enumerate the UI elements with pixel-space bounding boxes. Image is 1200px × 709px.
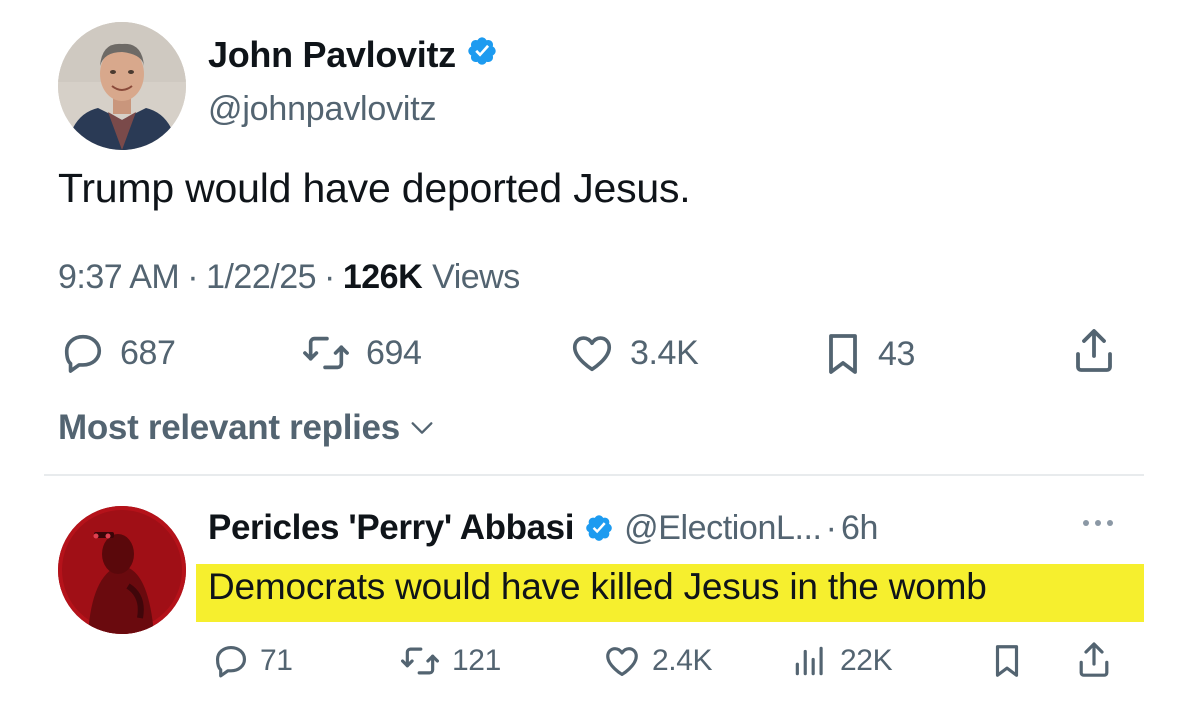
reply-author-avatar[interactable] — [58, 506, 186, 634]
replies-sort-label: Most relevant replies — [58, 408, 400, 447]
more-options-button[interactable] — [1076, 508, 1120, 543]
reply-repost-button[interactable]: 121 — [398, 642, 501, 680]
reply-header: Pericles 'Perry' Abbasi @ElectionL... · … — [208, 508, 878, 548]
reply-views-button[interactable]: 22K — [790, 642, 893, 680]
reply-button[interactable]: 687 — [60, 330, 176, 376]
repost-icon — [303, 336, 349, 370]
bookmark-icon — [995, 645, 1019, 677]
reply-icon — [64, 334, 102, 373]
author-name-row[interactable]: John Pavlovitz — [208, 34, 498, 76]
like-icon — [606, 647, 638, 677]
like-icon — [572, 336, 612, 372]
reply-repost-count: 121 — [452, 644, 501, 677]
verified-badge-icon — [466, 34, 498, 76]
repost-icon — [401, 647, 439, 675]
meta-separator: · — [324, 258, 335, 296]
bookmark-icon — [829, 334, 857, 374]
replies-sort-dropdown[interactable]: Most relevant replies — [58, 408, 436, 448]
reply-text: Democrats would have killed Jesus in the… — [208, 566, 987, 607]
tweet-date[interactable]: 1/22/25 — [206, 258, 316, 297]
author-name[interactable]: John Pavlovitz — [208, 34, 456, 76]
views-icon — [795, 646, 823, 676]
reply-author-name[interactable]: Pericles 'Perry' Abbasi — [208, 508, 574, 548]
reply-author-handle[interactable]: @ElectionL... — [624, 509, 822, 548]
tweet-metadata: 9:37 AM · 1/22/25 · 126K Views — [58, 258, 520, 297]
chevron-down-icon — [411, 422, 433, 434]
repost-button[interactable]: 694 — [300, 330, 422, 376]
like-button[interactable]: 3.4K — [568, 330, 699, 376]
reply-separator: · — [825, 508, 837, 547]
verified-badge-icon — [584, 513, 614, 543]
reply-share-button[interactable] — [1074, 640, 1114, 680]
views-count: 126K — [342, 258, 423, 296]
repost-count: 694 — [366, 333, 422, 372]
reply-count: 687 — [120, 333, 176, 372]
share-icon — [1079, 642, 1109, 677]
views-label: Views — [432, 258, 520, 296]
tweet-time[interactable]: 9:37 AM — [58, 258, 180, 297]
divider — [44, 474, 1144, 476]
reply-time[interactable]: 6h — [841, 509, 878, 548]
reply-views-count: 22K — [840, 644, 893, 677]
author-handle[interactable]: @johnpavlovitz — [208, 90, 436, 129]
reply-icon — [215, 645, 247, 678]
share-icon — [1076, 329, 1112, 372]
author-avatar-image — [58, 22, 186, 150]
like-count: 3.4K — [630, 333, 699, 372]
meta-separator: · — [187, 258, 199, 296]
reply-reply-button[interactable]: 71 — [212, 642, 293, 680]
reply-like-count: 2.4K — [652, 644, 713, 677]
reply-reply-count: 71 — [260, 644, 293, 677]
bookmark-count: 43 — [878, 334, 916, 373]
share-button[interactable] — [1070, 326, 1118, 376]
more-icon — [1083, 520, 1113, 526]
bookmark-button[interactable]: 43 — [822, 330, 915, 378]
author-avatar[interactable] — [58, 22, 186, 150]
reply-bookmark-button[interactable] — [990, 642, 1024, 680]
tweet-text: Trump would have deported Jesus. — [58, 165, 691, 211]
reply-author-avatar-image — [58, 506, 186, 634]
reply-like-button[interactable]: 2.4K — [602, 642, 713, 680]
